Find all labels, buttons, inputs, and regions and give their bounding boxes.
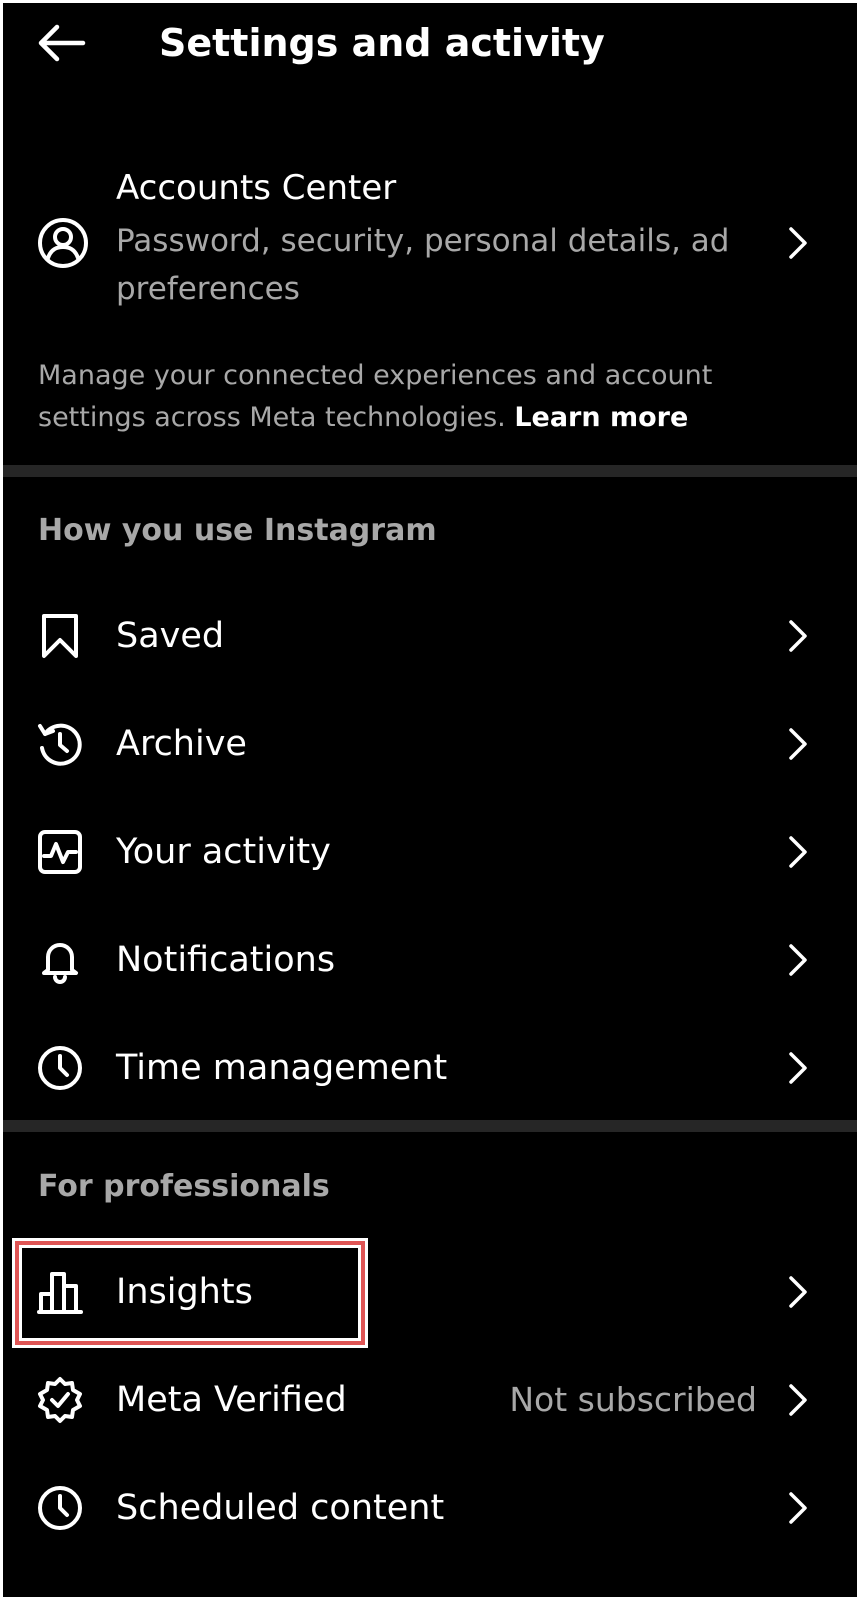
menu-item-label: Scheduled content [116,1488,445,1528]
chevron-right-icon [789,1384,807,1416]
user-circle-icon [38,218,88,268]
chevron-right-icon [789,227,807,259]
verified-badge-icon [38,1377,82,1423]
menu-item-label: Your activity [116,832,331,872]
menu-item-scheduled-content[interactable]: Scheduled content [3,1463,857,1553]
chevron-right-icon [789,836,807,868]
chevron-right-icon [789,1276,807,1308]
menu-item-archive[interactable]: Archive [3,699,857,789]
clock-icon [38,1046,82,1090]
menu-item-label: Insights [116,1272,253,1312]
menu-item-insights[interactable]: Insights [3,1247,857,1337]
bar-chart-icon [37,1272,83,1314]
menu-item-label: Archive [116,724,247,764]
accounts-center-description: Manage your connected experiences and ac… [38,355,798,439]
menu-item-label: Saved [116,616,225,656]
archive-history-icon [38,723,82,766]
menu-item-label: Time management [116,1048,448,1088]
settings-screen: Settings and activity Accounts Center Pa… [3,3,857,1597]
back-button[interactable] [31,17,91,69]
header: Settings and activity [3,3,857,87]
bell-icon [42,943,78,984]
section-divider [3,465,857,477]
menu-item-label: Meta Verified [116,1380,347,1420]
menu-item-meta-verified[interactable]: Meta Verified Not subscribed [3,1355,857,1445]
menu-item-time-management[interactable]: Time management [3,1023,857,1113]
page-title: Settings and activity [159,21,605,65]
chevron-right-icon [789,944,807,976]
menu-item-notifications[interactable]: Notifications [3,915,857,1005]
section-heading-how-you-use: How you use Instagram [38,513,437,548]
chevron-right-icon [789,1052,807,1084]
chevron-right-icon [789,620,807,652]
accounts-center-title: Accounts Center [116,168,397,208]
section-heading-professionals: For professionals [38,1169,330,1204]
clock-icon [38,1486,82,1530]
menu-item-label: Notifications [116,940,336,980]
menu-item-saved[interactable]: Saved [3,591,857,681]
learn-more-link[interactable]: Learn more [514,402,688,433]
menu-item-your-activity[interactable]: Your activity [3,807,857,897]
chevron-right-icon [789,1492,807,1524]
arrow-left-icon [38,24,86,62]
bookmark-icon [42,614,78,658]
subscription-status: Not subscribed [509,1380,757,1419]
section-divider [3,1120,857,1132]
accounts-center-subtitle: Password, security, personal details, ad… [116,223,730,307]
chevron-right-icon [789,728,807,760]
accounts-center-row[interactable]: Accounts Center Password, security, pers… [3,161,857,321]
activity-icon [38,830,82,874]
